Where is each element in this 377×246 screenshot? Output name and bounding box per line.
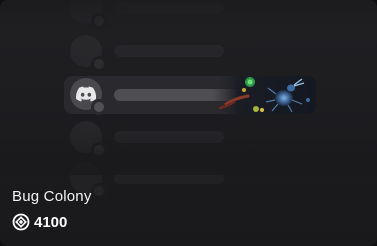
placeholder-row xyxy=(64,33,316,72)
placeholder-row xyxy=(64,160,316,199)
item-price: 4100 xyxy=(12,212,67,232)
item-title: Bug Colony xyxy=(12,188,92,205)
placeholder-row xyxy=(64,0,316,29)
placeholder-name-bar xyxy=(114,131,224,143)
orb-currency-icon xyxy=(12,213,30,231)
profile-effect-preview xyxy=(0,0,377,199)
bug-colony-art xyxy=(212,76,316,114)
placeholder-row xyxy=(64,119,316,158)
placeholder-name-bar xyxy=(114,45,224,57)
price-value: 4100 xyxy=(34,213,68,231)
placeholder-name-bar xyxy=(114,172,224,184)
preview-user-row xyxy=(64,76,316,115)
placeholder-status-dot xyxy=(91,183,107,199)
placeholder-status-dot xyxy=(91,142,107,158)
placeholder-status-dot xyxy=(91,56,107,72)
placeholder-name-bar xyxy=(114,2,224,14)
preview-status-dot xyxy=(91,99,107,115)
discord-logo-icon xyxy=(76,86,96,102)
placeholder-status-dot xyxy=(91,13,107,29)
shop-item-card[interactable]: Bug Colony 4100 xyxy=(0,0,377,246)
